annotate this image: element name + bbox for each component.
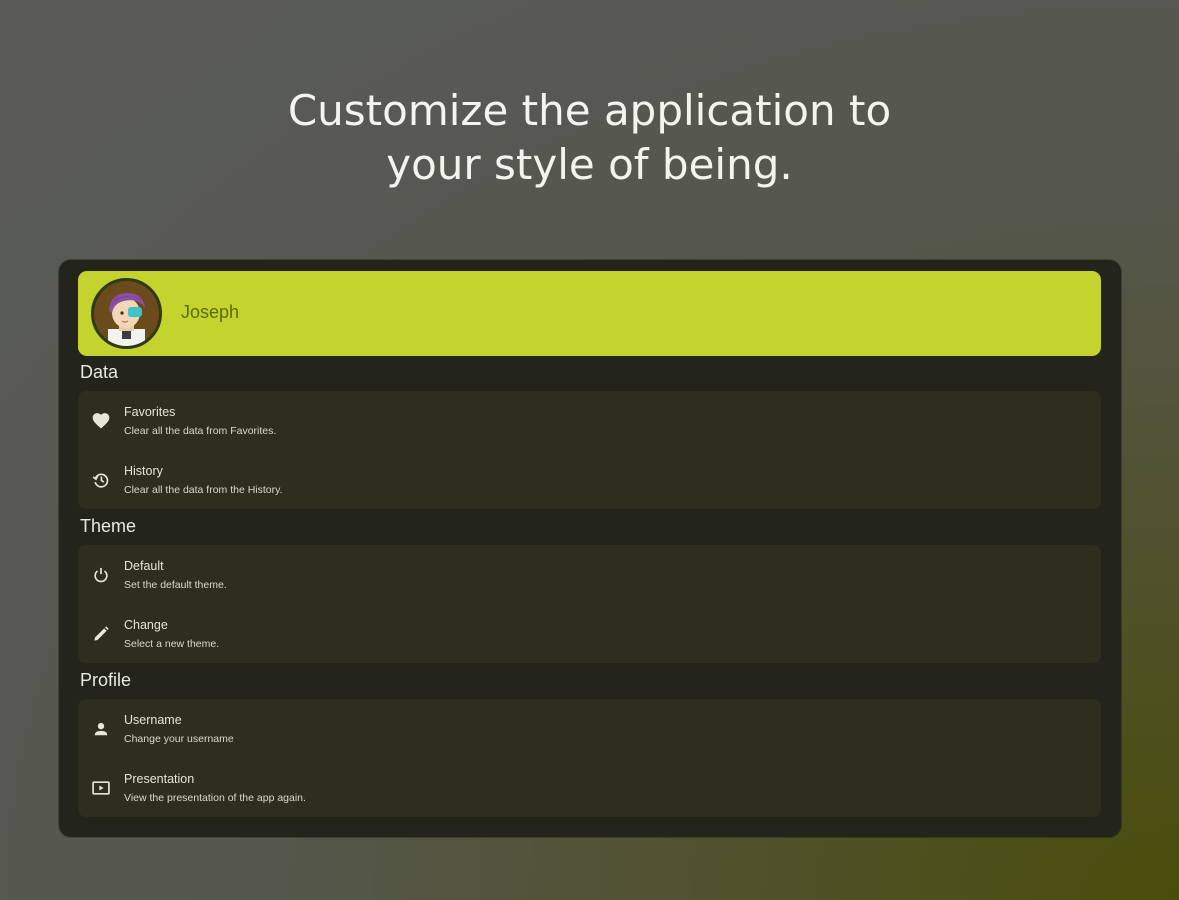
headline-line-1: Customize the application to [287,86,892,135]
power-icon [94,567,108,583]
settings-item-title: History [124,464,163,478]
settings-item-subtitle: View the presentation of the app again. [124,792,306,804]
section-title-data: Data [80,362,119,382]
headline-line-2: your style of being. [386,140,793,189]
heart-icon [92,413,110,429]
avatar[interactable] [91,278,162,349]
settings-item-title: Username [124,713,182,727]
settings-item-subtitle: Set the default theme. [124,579,227,591]
settings-item-title: Presentation [124,772,195,786]
settings-item-title: Change [124,618,168,632]
settings-screen: Joseph Data Favorites Clear all the data… [59,260,1121,837]
profile-header[interactable]: Joseph [78,271,1101,356]
settings-item-username[interactable]: Username Change your username [78,699,1101,758]
card-theme: Default Set the default theme. Change Se… [78,545,1101,663]
settings-item-default[interactable]: Default Set the default theme. [78,545,1101,604]
headline: Customize the application to your style … [0,84,1179,192]
settings-item-history[interactable]: History Clear all the data from the Hist… [78,450,1101,509]
settings-item-title: Favorites [124,405,176,419]
presentation-icon [92,781,110,795]
card-data: Favorites Clear all the data from Favori… [78,391,1101,509]
settings-item-title: Default [124,559,164,573]
person-icon [94,722,108,736]
settings-item-presentation[interactable]: Presentation View the presentation of th… [78,758,1101,817]
section-title-profile: Profile [80,670,132,690]
settings-item-subtitle: Clear all the data from the History. [124,484,283,496]
history-icon [92,473,109,488]
settings-item-favorites[interactable]: Favorites Clear all the data from Favori… [78,391,1101,450]
settings-item-subtitle: Clear all the data from Favorites. [124,425,277,437]
settings-item-subtitle: Change your username [124,733,234,745]
section-title-theme: Theme [80,516,137,536]
settings-item-change[interactable]: Change Select a new theme. [78,604,1101,663]
settings-item-subtitle: Select a new theme. [124,638,220,650]
profile-name: Joseph [181,302,240,322]
avatar-illustration-icon [94,281,159,346]
pencil-icon [94,626,109,641]
card-profile: Username Change your username Presentati… [78,699,1101,817]
